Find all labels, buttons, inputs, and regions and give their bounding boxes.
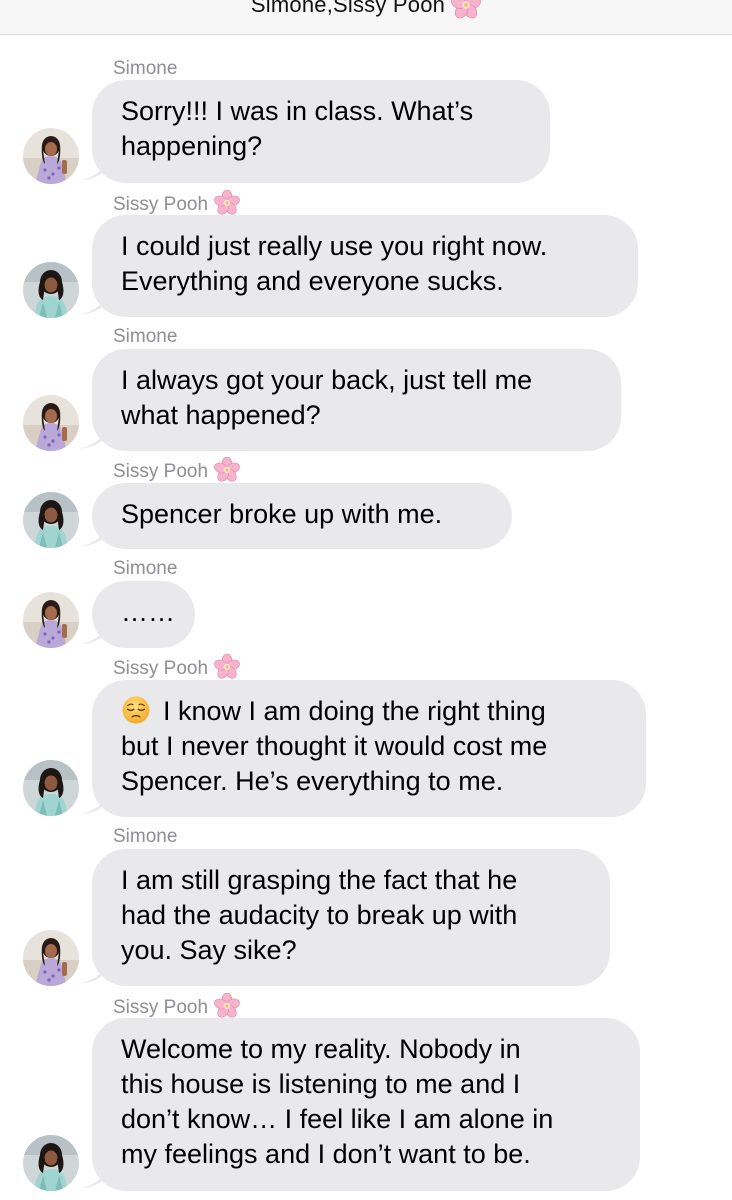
conversation-header[interactable]: Simone,Sissy Pooh <box>0 0 732 35</box>
simone-avatar[interactable] <box>23 592 79 648</box>
sender-name: Sissy Pooh <box>113 656 240 682</box>
message-line: happening? <box>121 131 263 161</box>
message-line: I know I am doing the right thing <box>121 694 616 729</box>
sissy-pooh-avatar[interactable] <box>23 1135 79 1191</box>
cherry-blossom-icon <box>214 654 240 680</box>
message-line: had the audacity to break up with <box>121 900 518 930</box>
sender-name: Simone <box>113 58 178 79</box>
message-line: Spencer broke up with me. <box>121 499 443 529</box>
cherry-blossom-icon <box>214 457 240 483</box>
message-line: Sorry!!! I was in class. What’s <box>121 96 474 126</box>
message-bubble[interactable]: I am still grasping the fact that he had… <box>92 849 610 986</box>
message-line: my feelings and I don’t want to be. <box>121 1139 531 1169</box>
sender-name-text: Sissy Pooh <box>113 461 209 483</box>
message-line: Spencer. He’s everything to me. <box>121 766 504 796</box>
message-bubble[interactable]: I always got your back, just tell me wha… <box>92 349 621 451</box>
sissy-pooh-avatar[interactable] <box>23 760 79 816</box>
message-line: I could just really use you right now. <box>121 231 548 261</box>
sender-name-text: Sissy Pooh <box>113 658 209 680</box>
message-line: I always got your back, just tell me <box>121 365 533 395</box>
message-bubble[interactable]: Welcome to my reality. Nobody in this ho… <box>92 1018 640 1191</box>
simone-avatar[interactable] <box>23 395 79 451</box>
cherry-blossom-icon <box>451 0 481 20</box>
message-bubble[interactable]: Sorry!!! I was in class. What’s happenin… <box>92 80 550 183</box>
cherry-blossom-icon <box>214 993 240 1019</box>
message-line: Welcome to my reality. Nobody in <box>121 1034 521 1064</box>
sissy-pooh-avatar[interactable] <box>23 492 79 548</box>
message-line: I am still grasping the fact that he <box>121 865 518 895</box>
simone-avatar[interactable] <box>23 930 79 986</box>
message-bubble[interactable]: …… <box>92 581 195 648</box>
message-bubble[interactable]: Spencer broke up with me. <box>92 483 512 549</box>
sender-name: Simone <box>113 558 178 579</box>
message-line: you. Say sike? <box>121 935 297 965</box>
sender-name: Simone <box>113 826 178 847</box>
message-line: don’t know… I feel like I am alone in <box>121 1104 554 1134</box>
sender-name-text: Sissy Pooh <box>113 997 209 1019</box>
message-line-text: I know I am doing the right thing <box>163 696 546 726</box>
simone-avatar[interactable] <box>23 128 79 184</box>
sissy-pooh-avatar[interactable] <box>23 262 79 318</box>
conversation-title-text: Simone,Sissy Pooh <box>250 0 446 17</box>
sender-name: Simone <box>113 326 178 347</box>
message-line: what happened? <box>121 400 321 430</box>
sender-name: Sissy Pooh <box>113 459 240 485</box>
message-bubble[interactable]: I know I am doing the right thing but I … <box>92 680 646 817</box>
cherry-blossom-icon <box>214 190 240 216</box>
message-line: Everything and everyone sucks. <box>121 266 504 296</box>
message-line: this house is listening to me and I <box>121 1069 521 1099</box>
pensive-face-icon <box>121 695 151 725</box>
conversation-title[interactable]: Simone,Sissy Pooh <box>0 0 732 21</box>
message-line: but I never thought it would cost me <box>121 731 548 761</box>
message-line: …… <box>121 597 175 627</box>
sender-name-text: Sissy Pooh <box>113 194 209 216</box>
message-bubble[interactable]: I could just really use you right now. E… <box>92 215 638 317</box>
